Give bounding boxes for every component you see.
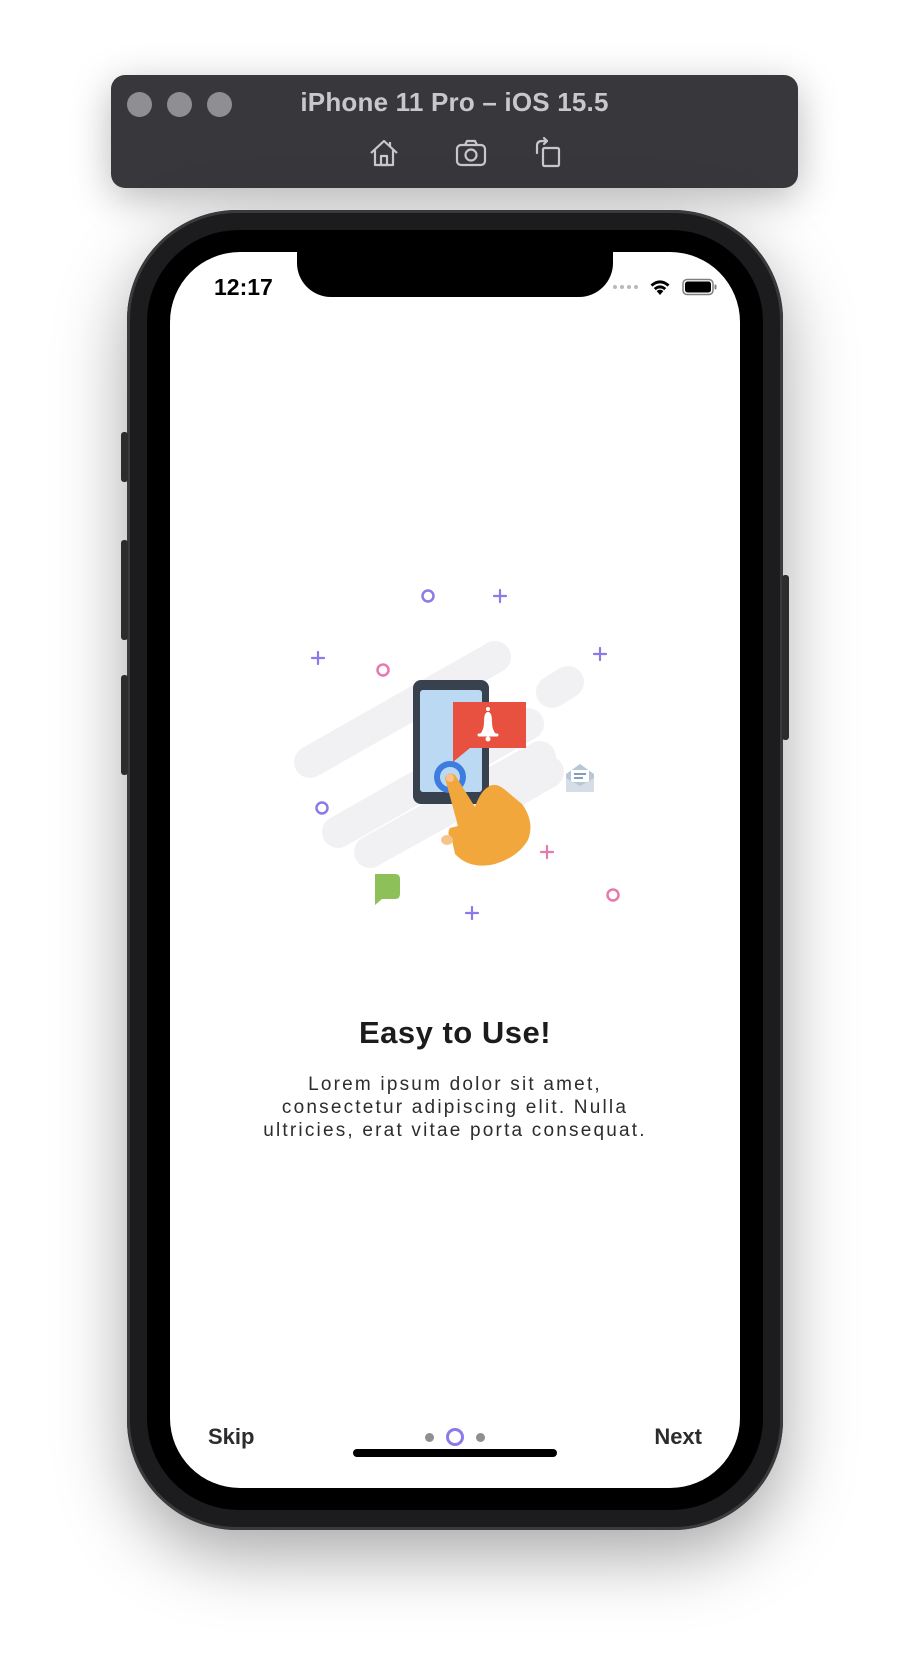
next-button[interactable]: Next: [654, 1424, 702, 1450]
onboarding-title: Easy to Use!: [358, 1015, 552, 1050]
iphone-device-frame: 12:17 Easy to Use! Lorem ipsum dolor sit…: [121, 210, 789, 1530]
camera-icon: [455, 139, 487, 167]
simulator-title: iPhone 11 Pro – iOS 15.5: [300, 87, 609, 117]
circle-decoration: [421, 589, 435, 603]
volume-up-button: [121, 540, 128, 640]
home-button[interactable]: [366, 135, 402, 171]
notch: [297, 252, 613, 297]
onboarding-description: Lorem ipsum dolor sit amet, consectetur …: [263, 1074, 647, 1141]
status-icons: [613, 274, 718, 300]
phone-screen: 12:17 Easy to Use! Lorem ipsum dolor sit…: [170, 252, 740, 1488]
circle-decoration: [315, 801, 329, 815]
rotate-icon: [535, 136, 561, 168]
screenshot-button[interactable]: [453, 135, 489, 171]
envelope-icon: [566, 764, 594, 792]
chat-bubble-icon: [375, 874, 400, 905]
page-dot[interactable]: [425, 1432, 434, 1442]
page-dot[interactable]: [476, 1432, 485, 1442]
rotate-button[interactable]: [530, 135, 566, 171]
mute-switch: [121, 432, 128, 482]
wifi-icon: [650, 280, 670, 295]
page-dot-active[interactable]: [446, 1428, 464, 1446]
signal-icon: [613, 285, 638, 289]
power-button: [782, 575, 789, 740]
circle-decoration: [606, 888, 620, 902]
phone-notification-illustration: [294, 588, 620, 921]
volume-down-button: [121, 675, 128, 775]
home-indicator[interactable]: [353, 1449, 557, 1457]
battery-icon: [682, 278, 717, 296]
status-time: 12:17: [214, 274, 273, 300]
circle-decoration: [376, 663, 390, 677]
sparkle-decoration: [539, 844, 555, 860]
simulator-title-bar: iPhone 11 Pro – iOS 15.5: [111, 75, 798, 188]
simulator-toolbar: [111, 135, 798, 171]
home-icon: [370, 139, 398, 167]
